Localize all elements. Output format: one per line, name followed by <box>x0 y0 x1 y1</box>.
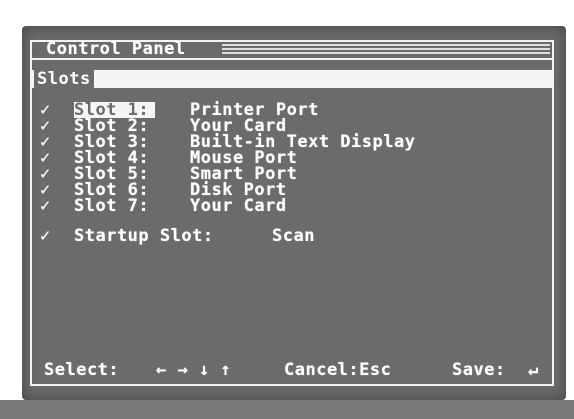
arrow-keys-icon: ← → ↓ ↑ <box>156 360 232 380</box>
cancel-hint[interactable]: Cancel:Esc <box>284 362 391 379</box>
section-title: Slots <box>34 70 94 88</box>
startup-slot-label: Startup Slot: <box>74 226 214 246</box>
save-hint[interactable]: Save: <box>452 362 506 379</box>
slot-value: Your Card <box>190 196 287 216</box>
startup-slot-row[interactable]: ✓ Startup Slot: Scan <box>40 226 520 246</box>
slot-row-7[interactable]: ✓ Slot 7: Your Card <box>40 196 520 216</box>
startup-slot-value: Scan <box>272 226 315 246</box>
monitor-bezel <box>0 400 574 419</box>
return-key-icon: ↵ <box>528 360 539 380</box>
check-icon: ✓ <box>40 226 51 246</box>
section-header-bar <box>30 70 554 88</box>
footer-divider <box>30 384 554 386</box>
title-bar-stripes <box>222 44 550 54</box>
check-icon: ✓ <box>40 196 51 216</box>
window-title-bar: Control Panel <box>30 40 554 60</box>
window-title: Control Panel <box>46 39 186 59</box>
select-hint-label: Select: <box>44 360 120 380</box>
slot-label: Slot 7: <box>74 196 150 216</box>
